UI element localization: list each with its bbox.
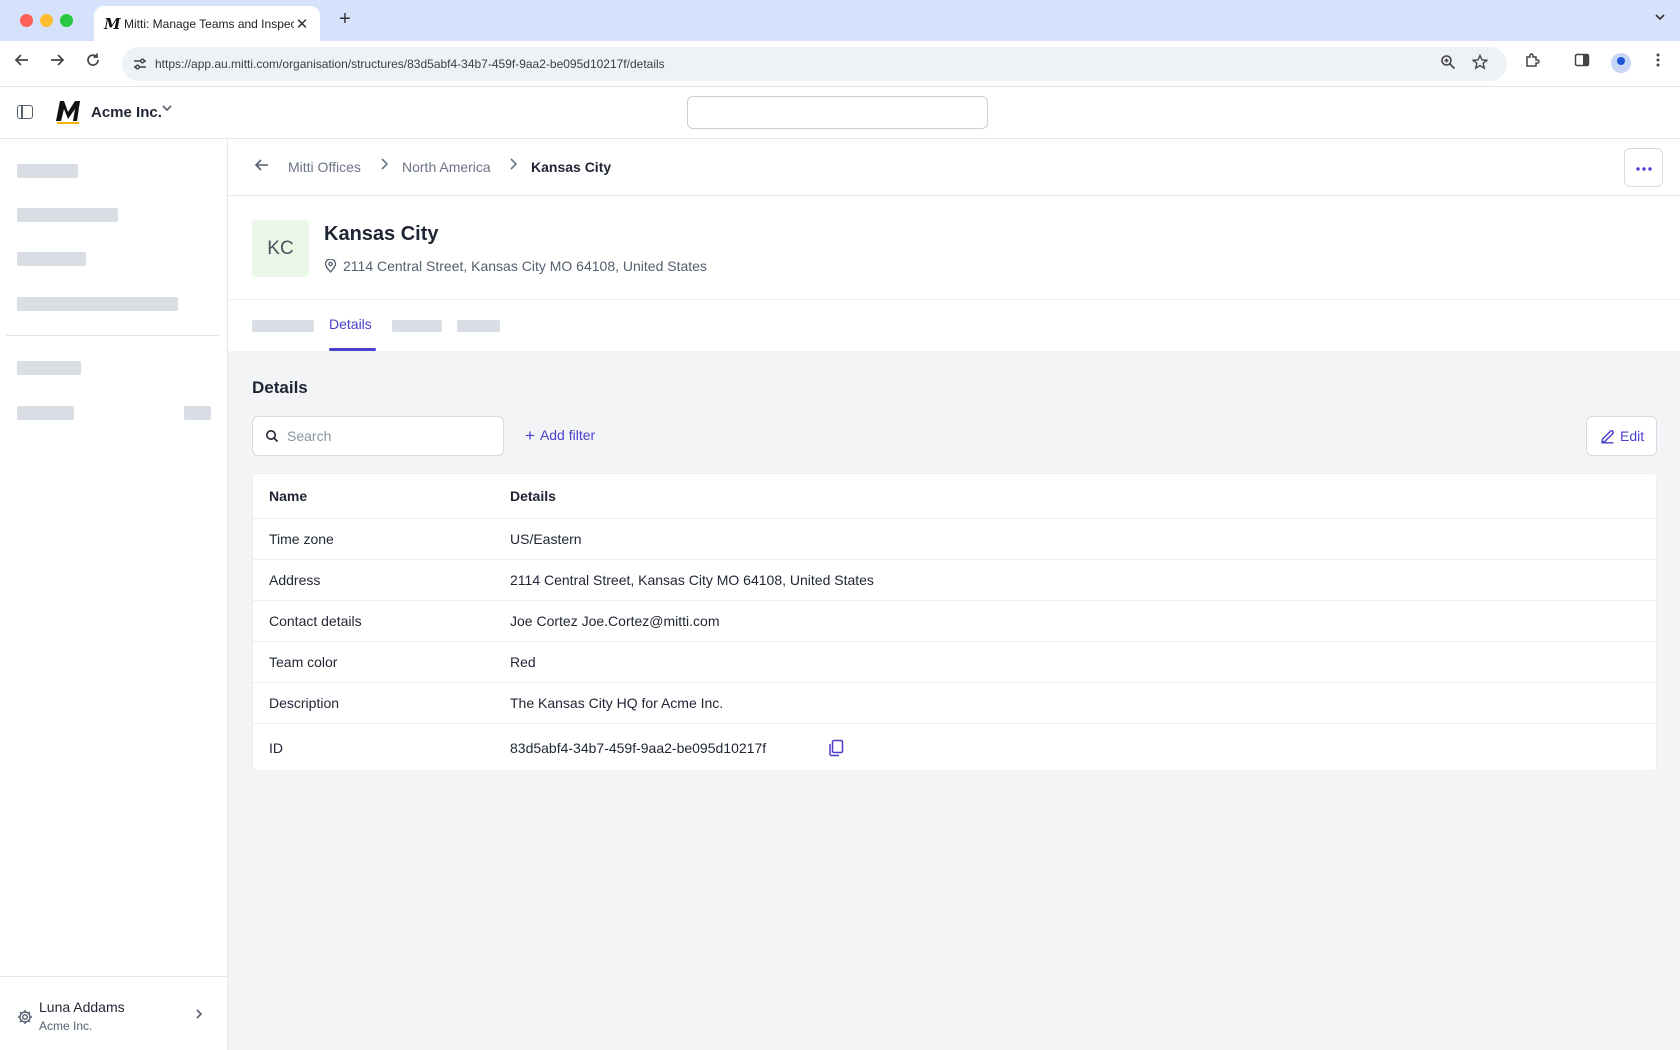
- forward-icon[interactable]: [46, 52, 68, 74]
- sidebar-divider: [6, 335, 219, 336]
- add-filter-label: Add filter: [539, 427, 596, 443]
- details-search[interactable]: [252, 416, 504, 456]
- column-header-details: Details: [510, 488, 556, 504]
- site-header: KC Kansas City 2114 Central Street, Kans…: [228, 196, 1680, 300]
- close-tab-icon[interactable]: ✕: [294, 15, 310, 33]
- breadcrumb-north-america[interactable]: North America: [402, 159, 491, 175]
- row-value: The Kansas City HQ for Acme Inc.: [510, 695, 724, 711]
- section-title: Details: [252, 378, 308, 397]
- search-icon: [266, 430, 279, 443]
- chevron-right-icon[interactable]: [193, 1007, 205, 1023]
- row-name: ID: [269, 740, 283, 756]
- breadcrumb: Mitti Offices North America Kansas City: [228, 139, 1680, 196]
- url-text[interactable]: https://app.au.mitti.com/organisation/st…: [155, 57, 665, 71]
- breadcrumb-current: Kansas City: [531, 159, 612, 175]
- global-search-input[interactable]: [687, 96, 988, 129]
- pencil-icon: [1601, 429, 1615, 444]
- table-row: Contact details Joe Cortez Joe.Cortez@mi…: [253, 600, 1656, 641]
- site-avatar: KC: [252, 220, 309, 277]
- table-row: Address 2114 Central Street, Kansas City…: [253, 559, 1656, 600]
- row-value: US/Eastern: [510, 531, 582, 547]
- sidebar-badge-placeholder: [184, 406, 211, 420]
- breadcrumb-mitti-offices[interactable]: Mitti Offices: [288, 159, 361, 175]
- chevron-right-icon: [507, 157, 519, 175]
- table-row: Description The Kansas City HQ for Acme …: [253, 682, 1656, 723]
- row-name: Team color: [269, 654, 338, 670]
- tab-placeholder[interactable]: [457, 320, 500, 332]
- row-name: Description: [269, 695, 340, 711]
- zoom-icon[interactable]: [1438, 54, 1458, 74]
- bookmark-star-icon[interactable]: [1470, 53, 1490, 74]
- row-value: 83d5abf4-34b7-459f-9aa2-be095d10217f: [510, 740, 767, 756]
- chevron-right-icon: [378, 157, 390, 175]
- reload-icon[interactable]: [82, 52, 104, 74]
- user-menu[interactable]: Luna Addams Acme Inc.: [0, 976, 228, 1050]
- more-options-button[interactable]: [1624, 148, 1663, 187]
- page-title: Kansas City: [324, 223, 439, 245]
- gear-icon: [18, 1010, 32, 1024]
- sidebar-item-placeholder: [17, 208, 118, 222]
- row-value: 2114 Central Street, Kansas City MO 6410…: [510, 572, 874, 588]
- tab-bar: Details: [228, 300, 1680, 351]
- browser-toolbar: https://app.au.mitti.com/organisation/st…: [0, 41, 1680, 87]
- location-pin-icon: [324, 259, 337, 273]
- side-panel-icon[interactable]: [1571, 52, 1593, 74]
- sidebar-item-placeholder: [17, 252, 86, 266]
- copy-icon[interactable]: [828, 739, 844, 757]
- sidebar-item-placeholder: [17, 361, 81, 375]
- details-table: Name Details Time zone US/Eastern Addres…: [252, 473, 1657, 771]
- plus-icon: +: [525, 426, 535, 445]
- row-name: Time zone: [269, 531, 334, 547]
- row-value: Red: [510, 654, 536, 670]
- edit-button[interactable]: Edit: [1586, 416, 1657, 456]
- sidebar-toggle-icon[interactable]: [17, 105, 33, 119]
- sidebar-item-placeholder: [17, 164, 78, 178]
- browser-tab[interactable]: M Mitti: Manage Teams and Inspect... ✕: [94, 6, 320, 41]
- new-tab-icon[interactable]: +: [334, 8, 356, 31]
- browser-menu-icon[interactable]: [1647, 52, 1669, 74]
- row-value: Joe Cortez Joe.Cortez@mitti.com: [510, 613, 720, 629]
- extensions-icon[interactable]: [1521, 52, 1543, 74]
- table-header-row: Name Details: [253, 474, 1656, 518]
- back-icon[interactable]: [11, 52, 33, 74]
- sidebar-item-placeholder: [17, 297, 178, 311]
- user-org: Acme Inc.: [39, 1019, 93, 1033]
- user-name: Luna Addams: [39, 999, 125, 1015]
- tab-search-chevron-icon[interactable]: [1654, 11, 1666, 26]
- app-header: Acme Inc.: [0, 87, 1680, 139]
- mitti-logo-icon: [56, 101, 80, 124]
- mitti-favicon-icon: M: [104, 14, 121, 33]
- search-input[interactable]: [287, 425, 487, 447]
- table-row: ID 83d5abf4-34b7-459f-9aa2-be095d10217f: [253, 723, 1656, 771]
- back-arrow-icon[interactable]: [254, 157, 270, 178]
- browser-tab-bar: M Mitti: Manage Teams and Inspect... ✕ +: [0, 0, 1680, 41]
- sidebar-item-placeholder: [17, 406, 74, 420]
- minimize-window-button[interactable]: [40, 14, 53, 27]
- row-name: Contact details: [269, 613, 362, 629]
- org-switcher-chevron-icon[interactable]: [161, 102, 173, 117]
- edit-label: Edit: [1620, 428, 1645, 444]
- site-address: 2114 Central Street, Kansas City MO 6410…: [343, 258, 707, 274]
- site-settings-icon[interactable]: [132, 56, 148, 72]
- org-name[interactable]: Acme Inc.: [91, 104, 162, 121]
- column-header-name: Name: [269, 488, 308, 504]
- tab-placeholder[interactable]: [392, 320, 442, 332]
- maximize-window-button[interactable]: [60, 14, 73, 27]
- active-tab-indicator: [329, 348, 376, 351]
- more-horizontal-icon: [1635, 167, 1652, 171]
- main-content: Mitti Offices North America Kansas City …: [228, 139, 1680, 1050]
- sidebar: Luna Addams Acme Inc.: [0, 139, 228, 1050]
- tab-details[interactable]: Details: [329, 316, 372, 332]
- table-row: Team color Red: [253, 641, 1656, 682]
- tab-placeholder[interactable]: [252, 320, 314, 332]
- address-bar[interactable]: https://app.au.mitti.com/organisation/st…: [122, 47, 1507, 81]
- profile-avatar-icon[interactable]: [1611, 53, 1631, 73]
- table-row: Time zone US/Eastern: [253, 518, 1656, 559]
- browser-tab-title: Mitti: Manage Teams and Inspect...: [124, 16, 294, 31]
- add-filter-button[interactable]: + Add filter: [525, 426, 595, 446]
- close-window-button[interactable]: [20, 14, 33, 27]
- row-name: Address: [269, 572, 321, 588]
